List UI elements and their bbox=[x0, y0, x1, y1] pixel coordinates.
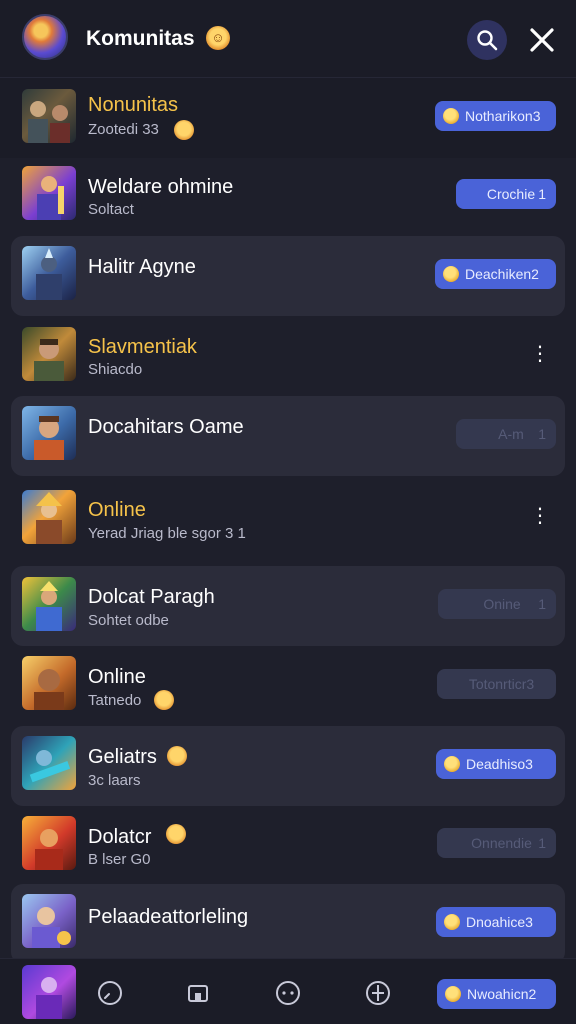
list-item[interactable]: Docahitars Oame A-m 1 bbox=[11, 396, 565, 476]
list-item[interactable]: Dolatcr B lser G0 Onnendie 1 bbox=[0, 806, 576, 886]
community-subtitle: 3c laars bbox=[88, 772, 141, 789]
explore-icon[interactable] bbox=[364, 979, 392, 1007]
community-name: Halitr Agyne bbox=[88, 256, 196, 278]
community-subtitle: Yerad Jriag ble sgor 3 1 bbox=[88, 525, 246, 542]
pill-label: Deachiken2 bbox=[465, 266, 539, 282]
smile-emoji-icon: ☺ bbox=[206, 26, 230, 50]
close-button[interactable] bbox=[524, 22, 560, 58]
store-icon[interactable] bbox=[184, 979, 212, 1007]
status-pill[interactable]: Crochie 1 bbox=[456, 179, 556, 209]
list-item[interactable]: Nonunitas Zootedi 33 Notharikon3 bbox=[0, 78, 576, 158]
community-name: Weldare ohmine bbox=[88, 176, 234, 198]
game-thumbnail bbox=[22, 406, 76, 460]
game-thumbnail bbox=[22, 490, 76, 544]
pill-label: Totonrticr3 bbox=[468, 676, 535, 692]
community-name: Dolatcr bbox=[88, 826, 152, 848]
community-subtitle: Shiacdo bbox=[88, 361, 143, 378]
list-item[interactable]: Dolcat Paragh Sohtet odbe Onine 1 bbox=[11, 566, 565, 646]
pill-label: Notharikon3 bbox=[465, 108, 541, 124]
community-subtitle: Tatnedo bbox=[88, 692, 142, 709]
profile-avatar[interactable] bbox=[22, 965, 76, 1019]
pill-count: 1 bbox=[538, 596, 546, 612]
coin-icon bbox=[443, 108, 459, 124]
notification-pill[interactable]: Deachiken2 bbox=[435, 259, 556, 289]
community-name: Slavmentiak bbox=[88, 336, 197, 358]
status-pill[interactable]: Onine 1 bbox=[438, 589, 556, 619]
pill-count: 1 bbox=[538, 835, 546, 851]
bottom-notification-pill[interactable]: Nwoahicn2 bbox=[437, 979, 556, 1009]
pill-label: Crochie bbox=[486, 186, 536, 202]
notification-pill[interactable]: Dnoahice3 bbox=[436, 907, 556, 937]
game-thumbnail bbox=[22, 327, 76, 381]
emoji-icon bbox=[154, 690, 174, 710]
list-item[interactable]: Pelaadeattorleling Dnoahice3 bbox=[11, 884, 565, 964]
page-title: Komunitas bbox=[86, 27, 195, 50]
more-options-icon[interactable]: ⋮ bbox=[530, 342, 550, 366]
game-thumbnail bbox=[22, 577, 76, 631]
emoji-icon bbox=[174, 120, 194, 140]
coin-icon bbox=[444, 914, 460, 930]
pill-count: 1 bbox=[538, 426, 546, 442]
more-options-icon[interactable]: ⋮ bbox=[530, 504, 550, 528]
notification-pill[interactable]: Deadhiso3 bbox=[436, 749, 556, 779]
game-thumbnail bbox=[22, 736, 76, 790]
game-thumbnail bbox=[22, 166, 76, 220]
pill-count: 1 bbox=[538, 186, 546, 202]
community-subtitle: Soltact bbox=[88, 201, 134, 218]
community-name: Pelaadeattorleling bbox=[88, 906, 249, 928]
notification-pill[interactable]: Notharikon3 bbox=[435, 101, 556, 131]
list-item[interactable]: Slavmentiak Shiacdo ⋮ bbox=[0, 316, 576, 396]
list-item[interactable]: Halitr Agyne Deachiken2 bbox=[11, 236, 565, 316]
coin-icon bbox=[443, 266, 459, 282]
bottom-navigation: Nwoahicn2 bbox=[0, 958, 576, 1024]
pill-label: Deadhiso3 bbox=[466, 756, 533, 772]
community-subtitle: B lser G0 bbox=[88, 851, 151, 868]
pill-label: Dnoahice3 bbox=[466, 914, 533, 930]
community-name: Dolcat Paragh bbox=[88, 586, 215, 608]
community-name: Geliatrs bbox=[88, 746, 157, 768]
community-name: Nonunitas bbox=[88, 94, 179, 116]
list-item[interactable]: Online Tatnedo Totonrticr3 bbox=[0, 646, 576, 726]
search-button[interactable] bbox=[467, 20, 507, 60]
community-name: Online bbox=[88, 499, 146, 521]
emoji-icon bbox=[166, 824, 186, 844]
list-item[interactable]: Geliatrs 3c laars Deadhiso3 bbox=[11, 726, 565, 806]
game-thumbnail bbox=[22, 894, 76, 948]
home-icon[interactable] bbox=[96, 979, 124, 1007]
pill-label: Onnendie bbox=[471, 835, 532, 851]
game-thumbnail bbox=[22, 246, 76, 300]
search-icon bbox=[477, 30, 498, 51]
community-subtitle: Sohtet odbe bbox=[88, 612, 169, 629]
pill-label: Onine bbox=[483, 596, 521, 612]
community-name: Online bbox=[88, 666, 146, 688]
list-item[interactable]: Online Yerad Jriag ble sgor 3 1 ⋮ bbox=[0, 476, 576, 556]
coin-icon bbox=[445, 986, 461, 1002]
game-thumbnail bbox=[22, 89, 76, 143]
list-item[interactable]: Weldare ohmine Soltact Crochie 1 bbox=[0, 156, 576, 236]
community-subtitle: Zootedi 33 bbox=[88, 121, 159, 138]
pill-label: Nwoahicn2 bbox=[467, 986, 537, 1002]
status-pill[interactable]: A-m 1 bbox=[456, 419, 556, 449]
status-pill[interactable]: Totonrticr3 bbox=[437, 669, 556, 699]
game-thumbnail bbox=[22, 816, 76, 870]
emoji-icon bbox=[167, 746, 187, 766]
close-icon bbox=[530, 28, 554, 52]
top-header: Komunitas ☺ bbox=[0, 0, 576, 78]
status-pill[interactable]: Onnendie 1 bbox=[437, 828, 556, 858]
game-thumbnail bbox=[22, 656, 76, 710]
coin-icon bbox=[444, 756, 460, 772]
pill-label: A-m bbox=[498, 426, 524, 442]
chat-icon[interactable] bbox=[274, 979, 302, 1007]
community-avatar[interactable] bbox=[22, 14, 68, 60]
community-name: Docahitars Oame bbox=[88, 416, 244, 438]
